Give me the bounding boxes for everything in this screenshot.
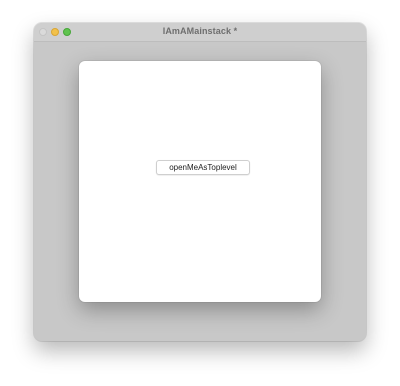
desktop: IAmAMainstack * openMeAsToplevel xyxy=(0,0,400,386)
open-me-as-toplevel-button[interactable]: openMeAsToplevel xyxy=(156,160,250,175)
title-bar[interactable]: IAmAMainstack * xyxy=(34,23,366,42)
window-title: IAmAMainstack * xyxy=(162,26,238,36)
stack-sheet: openMeAsToplevel xyxy=(79,61,321,302)
